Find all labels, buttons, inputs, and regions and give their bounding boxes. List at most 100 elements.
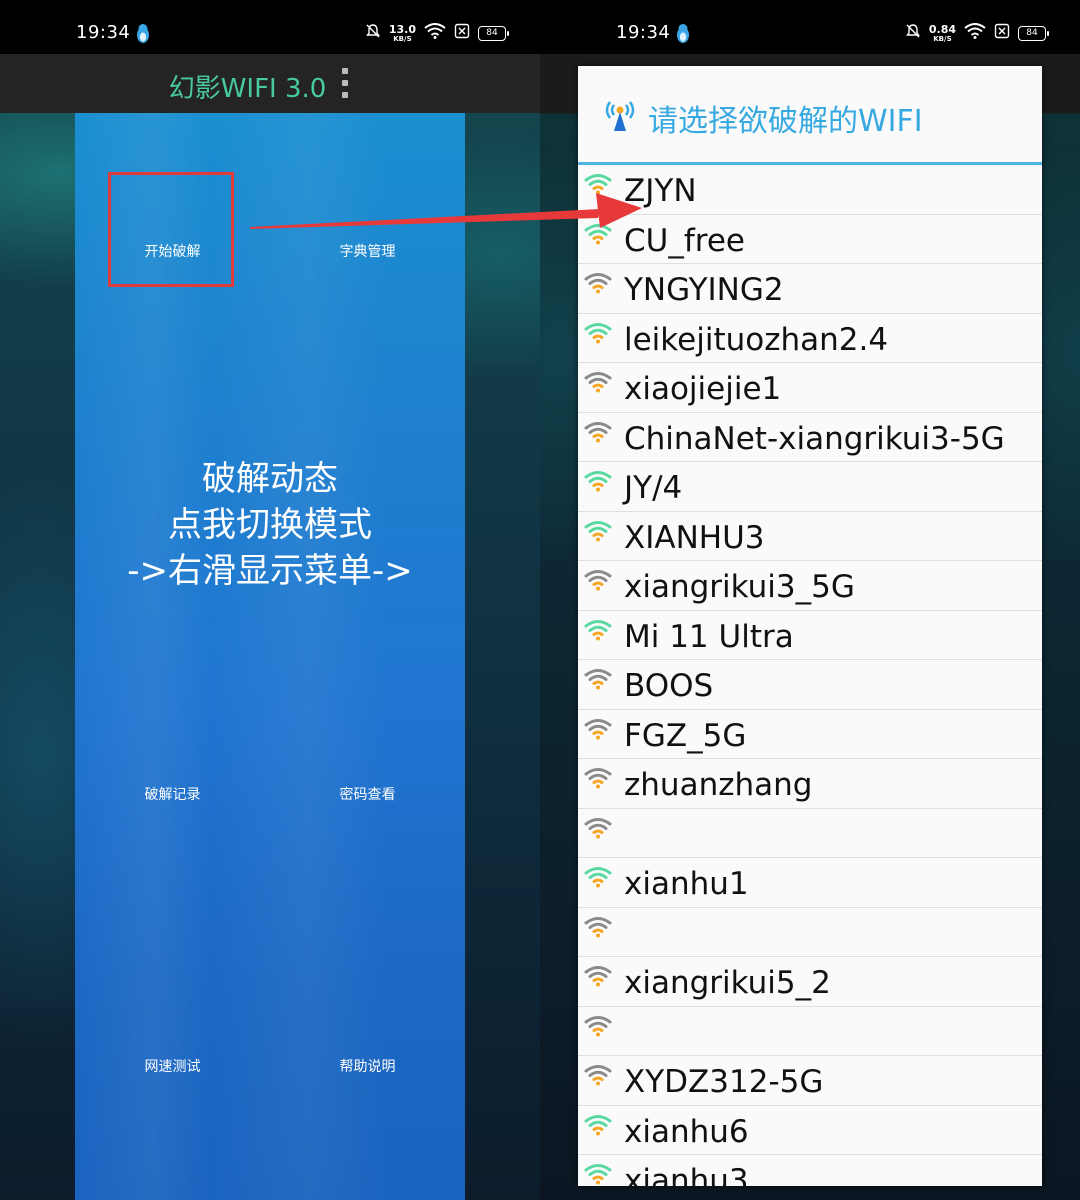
wifi-signal-icon bbox=[584, 570, 612, 591]
wifi-ssid: zhuanzhang bbox=[624, 767, 813, 803]
status-bar: 19:34 0.84 KB/S 84 bbox=[540, 0, 1080, 54]
wifi-ssid: ChinaNet-xiangrikui3-5G bbox=[624, 420, 1005, 457]
wifi-signal-icon bbox=[584, 619, 612, 640]
wifi-ssid: xiangrikui5_2 bbox=[624, 965, 831, 1001]
wifi-signal-icon bbox=[584, 1065, 612, 1086]
wifi-signal-icon bbox=[584, 916, 612, 937]
status-time: 19:34 bbox=[76, 22, 131, 43]
status-time: 19:34 bbox=[616, 22, 671, 43]
left-screen: 19:34 13.0 KB/S 84 幻影WIFI 3.0 开始破解 字典管理 … bbox=[0, 0, 540, 1200]
wifi-signal-icon bbox=[584, 223, 612, 244]
wifi-list-item[interactable] bbox=[578, 809, 1042, 858]
penguin-icon bbox=[675, 24, 691, 48]
wifi-signal-icon bbox=[584, 1114, 612, 1135]
battery-level: 84 bbox=[486, 28, 498, 38]
annotation-highlight-box bbox=[108, 172, 234, 287]
crack-records-button[interactable]: 破解记录 bbox=[75, 784, 270, 804]
wifi-signal-icon bbox=[584, 768, 612, 789]
overflow-menu-icon[interactable] bbox=[337, 68, 353, 98]
right-screen: 19:34 0.84 KB/S 84 请选择欲破解的WIFI ZJYN CU_f… bbox=[540, 0, 1080, 1200]
wifi-signal-icon bbox=[584, 322, 612, 343]
wifi-list-item[interactable]: xiaojiejie1 bbox=[578, 363, 1042, 413]
wifi-select-dialog: 请选择欲破解的WIFI ZJYN CU_free YNGYING2 leikejitu… bbox=[578, 66, 1042, 1186]
wifi-list-item[interactable]: xiangrikui3_5G bbox=[578, 561, 1042, 611]
network-speed-unit: KB/S bbox=[933, 34, 952, 43]
battery-icon: 84 bbox=[1018, 25, 1049, 41]
dictionary-manage-button[interactable]: 字典管理 bbox=[270, 241, 465, 261]
wifi-list-item[interactable]: leikejituozhan2.4 bbox=[578, 314, 1042, 363]
wifi-signal-icon bbox=[584, 817, 612, 838]
wifi-list-item[interactable]: ZJYN bbox=[578, 165, 1042, 215]
wifi-list-item[interactable]: zhuanzhang bbox=[578, 759, 1042, 809]
wifi-ssid: FGZ_5G bbox=[624, 717, 747, 754]
status-icons: 13.0 KB/S 84 bbox=[365, 22, 509, 44]
wifi-list-item[interactable]: xiangrikui5_2 bbox=[578, 957, 1042, 1007]
wifi-signal-icon bbox=[584, 1164, 612, 1185]
battery-level: 84 bbox=[1026, 28, 1038, 38]
wifi-ssid: ZJYN bbox=[624, 173, 697, 209]
wifi-ssid: xianhu1 bbox=[624, 866, 749, 902]
network-speed: 13.0 KB/S bbox=[389, 24, 416, 43]
wifi-ssid: xiangrikui3_5G bbox=[624, 569, 855, 605]
battery-icon: 84 bbox=[478, 25, 509, 41]
wifi-list-item[interactable]: BOOS bbox=[578, 660, 1042, 710]
wifi-ssid: leikejituozhan2.4 bbox=[624, 321, 889, 358]
wifi-list-item[interactable]: XYDZ312-5G bbox=[578, 1056, 1042, 1106]
wifi-list-item[interactable]: CU_free bbox=[578, 215, 1042, 264]
wifi-signal-icon bbox=[584, 1015, 612, 1036]
wifi-list-item[interactable]: xianhu6 bbox=[578, 1106, 1042, 1155]
wifi-signal-icon bbox=[584, 669, 612, 690]
center-text-line1: 破解动态 bbox=[202, 459, 338, 499]
help-button[interactable]: 帮助说明 bbox=[270, 1056, 465, 1076]
center-text-line3: ->右滑显示菜单-> bbox=[127, 551, 413, 591]
password-view-button[interactable]: 密码查看 bbox=[270, 784, 465, 804]
wifi-list-item[interactable] bbox=[578, 908, 1042, 957]
wifi-list-item[interactable]: XIANHU3 bbox=[578, 512, 1042, 561]
wifi-icon bbox=[424, 23, 446, 43]
crack-status-toggle[interactable]: 破解动态 点我切换模式 ->右滑显示菜单-> bbox=[75, 456, 465, 594]
wifi-icon bbox=[964, 23, 986, 43]
wifi-list-item[interactable]: xianhu1 bbox=[578, 858, 1042, 908]
dialog-header: 请选择欲破解的WIFI bbox=[578, 66, 1042, 162]
dialog-title: 请选择欲破解的WIFI bbox=[648, 104, 923, 139]
wifi-ssid: xianhu6 bbox=[624, 1113, 749, 1150]
wifi-signal-icon bbox=[584, 372, 612, 393]
wifi-list-item[interactable]: JY/4 bbox=[578, 462, 1042, 512]
network-speed: 0.84 KB/S bbox=[929, 24, 956, 43]
wifi-signal-icon bbox=[584, 421, 612, 442]
wifi-ssid: CU_free bbox=[624, 222, 745, 259]
wifi-signal-icon bbox=[584, 471, 612, 492]
wifi-list-item[interactable]: Mi 11 Ultra bbox=[578, 611, 1042, 660]
mute-bell-icon bbox=[905, 23, 921, 43]
wifi-list-item[interactable]: xianhu3 bbox=[578, 1155, 1042, 1186]
wifi-signal-icon bbox=[584, 174, 612, 195]
speed-test-button[interactable]: 网速测试 bbox=[75, 1056, 270, 1076]
wifi-ssid: YNGYING2 bbox=[624, 272, 784, 308]
center-text-line2: 点我切换模式 bbox=[168, 505, 372, 545]
network-speed-value: 0.84 bbox=[928, 22, 956, 36]
wifi-list-item[interactable] bbox=[578, 1007, 1042, 1056]
wifi-ssid: xiaojiejie1 bbox=[624, 371, 782, 407]
wifi-ssid: XIANHU3 bbox=[624, 519, 765, 556]
wifi-signal-icon bbox=[584, 718, 612, 739]
app-title: 幻影WIFI 3.0 bbox=[168, 74, 327, 104]
wifi-list-item[interactable]: FGZ_5G bbox=[578, 710, 1042, 759]
wifi-ssid: XYDZ312-5G bbox=[624, 1064, 824, 1100]
network-speed-unit: KB/S bbox=[393, 34, 412, 43]
wifi-ssid: xianhu3 bbox=[624, 1163, 749, 1186]
wifi-ssid: JY/4 bbox=[624, 470, 683, 506]
status-bar: 19:34 13.0 KB/S 84 bbox=[0, 0, 540, 54]
wifi-ssid: Mi 11 Ultra bbox=[624, 618, 794, 655]
mute-bell-icon bbox=[365, 23, 381, 43]
app-bar: 幻影WIFI 3.0 bbox=[0, 54, 540, 113]
sim-x-icon bbox=[454, 23, 470, 43]
wifi-list-item[interactable]: ChinaNet-xiangrikui3-5G bbox=[578, 413, 1042, 462]
sim-x-icon bbox=[994, 23, 1010, 43]
wifi-signal-icon bbox=[584, 520, 612, 541]
network-speed-value: 13.0 bbox=[388, 22, 416, 36]
wifi-ssid: BOOS bbox=[624, 668, 714, 704]
wifi-list-item[interactable]: YNGYING2 bbox=[578, 264, 1042, 314]
wifi-tower-icon bbox=[604, 98, 636, 136]
wifi-signal-icon bbox=[584, 867, 612, 888]
wifi-list: ZJYN CU_free YNGYING2 leikejituozhan2.4 xiao… bbox=[578, 165, 1042, 1186]
